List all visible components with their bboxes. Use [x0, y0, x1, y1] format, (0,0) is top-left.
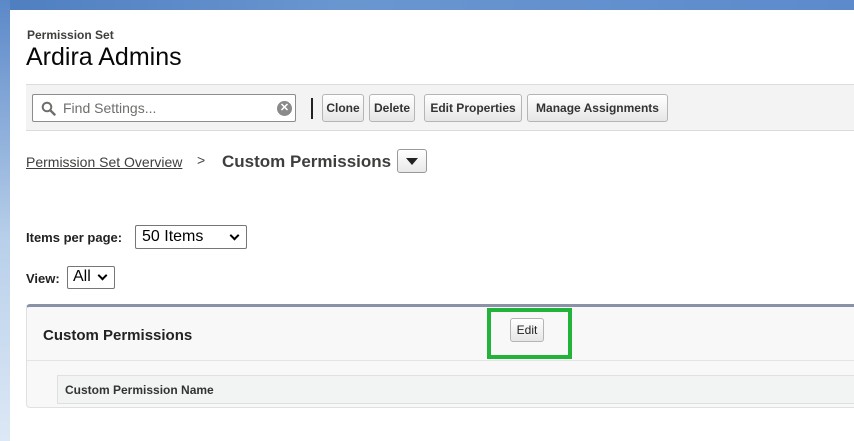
- search-input[interactable]: [63, 98, 267, 118]
- items-per-page-select[interactable]: 50 Items: [135, 225, 247, 249]
- delete-button[interactable]: Delete: [369, 94, 415, 122]
- breadcrumb-separator: >: [197, 152, 206, 168]
- search-box[interactable]: ✕: [32, 94, 296, 122]
- table-header-row: Custom Permission Name: [57, 375, 854, 404]
- page-background-left: [0, 0, 10, 441]
- manage-assignments-button[interactable]: Manage Assignments: [527, 94, 668, 122]
- edit-highlight-box: [487, 308, 572, 359]
- clone-button[interactable]: Clone: [322, 94, 364, 122]
- edit-properties-button[interactable]: Edit Properties: [424, 94, 522, 122]
- items-per-page-value: 50 Items: [142, 228, 204, 245]
- content-sheet: Permission Set Ardira Admins ✕ Clone Del…: [10, 10, 854, 441]
- caret-down-icon: [406, 158, 418, 165]
- chevron-down-icon: [97, 270, 108, 281]
- custom-permissions-panel: Custom Permissions Edit Custom Permissio…: [26, 304, 854, 408]
- search-icon: [41, 101, 56, 121]
- action-toolbar: ✕ Clone Delete Edit Properties Manage As…: [26, 84, 854, 131]
- page-title: Ardira Admins: [26, 43, 182, 71]
- toolbar-divider: [311, 98, 313, 119]
- view-label: View:: [26, 271, 60, 286]
- object-type-label: Permission Set: [27, 28, 114, 42]
- column-header-custom-permission-name: Custom Permission Name: [65, 383, 214, 397]
- panel-title: Custom Permissions: [43, 327, 193, 344]
- items-per-page-label: Items per page:: [26, 230, 123, 245]
- clear-icon[interactable]: ✕: [277, 101, 292, 116]
- view-select[interactable]: All: [67, 266, 115, 289]
- breadcrumb-overview-link[interactable]: Permission Set Overview: [26, 154, 182, 170]
- view-value: All: [73, 268, 91, 285]
- breadcrumb: Permission Set Overview > Custom Permiss…: [26, 145, 626, 175]
- panel-divider: [27, 360, 854, 361]
- chevron-down-icon: [229, 230, 240, 241]
- breadcrumb-current: Custom Permissions: [222, 152, 392, 171]
- section-dropdown-button[interactable]: [397, 149, 427, 173]
- page-background-top: [0, 0, 854, 10]
